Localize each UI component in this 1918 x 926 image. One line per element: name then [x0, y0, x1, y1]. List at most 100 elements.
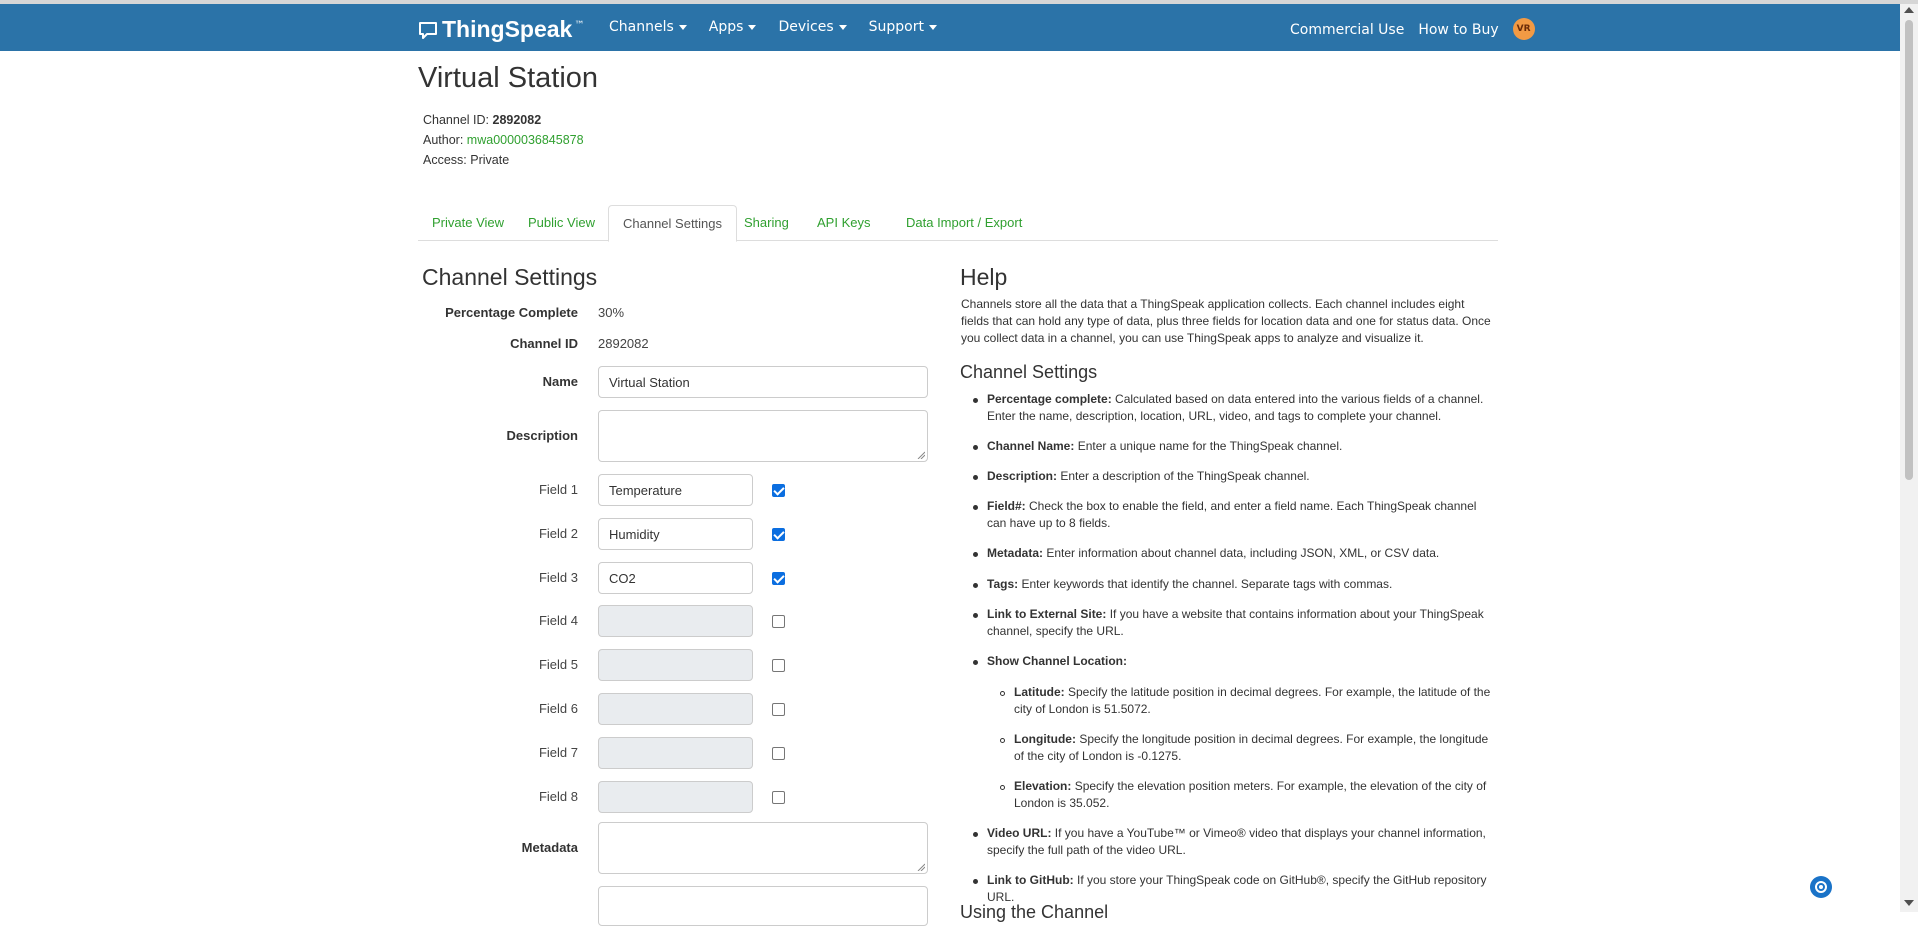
- bullet-icon: [973, 613, 978, 618]
- bullet-icon: [973, 398, 978, 403]
- resize-handle-icon[interactable]: [917, 863, 925, 871]
- help-item: Link to External Site: If you have a web…: [973, 606, 1492, 640]
- percentage-complete-label: Percentage Complete: [445, 305, 578, 320]
- bullet-icon: [973, 879, 978, 884]
- help-sub-item: Elevation: Specify the elevation positio…: [1000, 778, 1492, 812]
- hollow-bullet-icon: [1000, 691, 1005, 696]
- field-6-input[interactable]: [598, 693, 753, 725]
- help-text: Specify the longitude position in decima…: [1014, 732, 1489, 763]
- field-2-enable-checkbox[interactable]: [772, 528, 785, 541]
- how-to-buy-link[interactable]: How to Buy: [1418, 22, 1498, 38]
- field-1-input[interactable]: Temperature: [598, 474, 753, 506]
- channel-id-label: Channel ID:: [423, 113, 490, 127]
- channel-tabs: Private View Public View Channel Setting…: [418, 205, 1498, 242]
- field-6-label: Field 6: [538, 701, 578, 716]
- bullet-icon: [973, 660, 978, 665]
- tab-api-keys[interactable]: API Keys: [803, 205, 884, 241]
- author-line: Author: mwa0000036845878: [423, 133, 584, 147]
- menu-channels-label: Channels: [609, 19, 674, 35]
- help-item: Percentage complete: Calculated based on…: [973, 391, 1492, 425]
- help-term: Field#:: [987, 499, 1026, 513]
- field-7-enable-checkbox[interactable]: [772, 747, 785, 760]
- field-5-input[interactable]: [598, 649, 753, 681]
- field-5-label: Field 5: [538, 657, 578, 672]
- field-4-input[interactable]: [598, 605, 753, 637]
- page-title: Virtual Station: [418, 62, 599, 94]
- help-item: Video URL: If you have a YouTube™ or Vim…: [973, 825, 1492, 859]
- caret-down-icon: [748, 24, 757, 30]
- tab-private-view[interactable]: Private View: [418, 205, 518, 241]
- name-input[interactable]: Virtual Station: [598, 366, 928, 398]
- field-5-enable-checkbox[interactable]: [772, 659, 785, 672]
- field-8-input[interactable]: [598, 781, 753, 813]
- tab-channel-settings[interactable]: Channel Settings: [608, 205, 738, 242]
- metadata-label: Metadata: [521, 840, 578, 855]
- tags-textarea[interactable]: [598, 886, 928, 926]
- description-textarea[interactable]: [598, 410, 928, 462]
- author-link[interactable]: mwa0000036845878: [467, 133, 584, 147]
- menu-devices[interactable]: Devices: [778, 19, 847, 35]
- help-text: Enter a description of the ThingSpeak ch…: [1057, 469, 1310, 483]
- tab-public-view[interactable]: Public View: [514, 205, 609, 241]
- field-3-enable-checkbox[interactable]: [772, 572, 785, 585]
- brand-trademark: ™: [574, 20, 585, 31]
- help-term: Description:: [987, 469, 1058, 483]
- field-4-label: Field 4: [538, 613, 578, 628]
- field-4-enable-checkbox[interactable]: [772, 615, 785, 628]
- field-6-enable-checkbox[interactable]: [772, 703, 785, 716]
- percentage-complete-value: 30%: [598, 305, 625, 320]
- menu-apps[interactable]: Apps: [709, 19, 757, 35]
- help-term: Percentage complete:: [987, 392, 1112, 406]
- channel-id-line: Channel ID: 2892082: [423, 113, 541, 127]
- access-value: Private: [470, 153, 510, 167]
- scrollbar-thumb[interactable]: [1905, 20, 1913, 480]
- help-term: Show Channel Location:: [987, 654, 1127, 668]
- metadata-textarea[interactable]: [598, 822, 928, 874]
- tab-data-import-export[interactable]: Data Import / Export: [892, 205, 1036, 241]
- access-line: Access: Private: [423, 153, 509, 167]
- field-7-label: Field 7: [538, 745, 578, 760]
- feedback-button[interactable]: [1810, 876, 1832, 898]
- help-text: Enter keywords that identify the channel…: [1018, 577, 1393, 591]
- field-8-label: Field 8: [538, 789, 578, 804]
- resize-handle-icon[interactable]: [917, 451, 925, 459]
- field-3-input[interactable]: CO2: [598, 562, 753, 594]
- help-item: Link to GitHub: If you store your ThingS…: [973, 872, 1492, 906]
- menu-channels[interactable]: Channels: [609, 19, 687, 35]
- help-text: If you have a YouTube™ or Vimeo® video t…: [987, 826, 1486, 857]
- help-term: Latitude:: [1014, 685, 1065, 699]
- caret-down-icon: [838, 24, 847, 30]
- help-term: Channel Name:: [987, 439, 1075, 453]
- field-8-enable-checkbox[interactable]: [772, 791, 785, 804]
- brand-logo[interactable]: ThingSpeak ™: [418, 16, 584, 43]
- menu-support[interactable]: Support: [869, 19, 937, 35]
- help-term: Tags:: [987, 577, 1019, 591]
- help-item: Metadata: Enter information about channe…: [973, 545, 1492, 562]
- help-term: Longitude:: [1014, 732, 1076, 746]
- navbar-right: Commercial Use How to Buy VR: [1290, 18, 1535, 40]
- scroll-down-arrow-icon[interactable]: [1904, 900, 1914, 906]
- channel-id-field-label: Channel ID: [510, 336, 578, 351]
- tab-sharing[interactable]: Sharing: [730, 205, 803, 241]
- field-7-input[interactable]: [598, 737, 753, 769]
- help-sub-item: Longitude: Specify the longitude positio…: [1000, 731, 1492, 765]
- field-2-input[interactable]: Humidity: [598, 518, 753, 550]
- author-label: Author:: [423, 133, 464, 147]
- help-intro: Channels store all the data that a Thing…: [961, 297, 1491, 345]
- access-label: Access:: [423, 153, 467, 167]
- field-1-enable-checkbox[interactable]: [772, 484, 785, 497]
- help-item: Field#: Check the box to enable the fiel…: [973, 498, 1492, 532]
- help-text: Specify the elevation position meters. F…: [1014, 779, 1487, 810]
- commercial-use-link[interactable]: Commercial Use: [1290, 22, 1404, 38]
- scroll-up-arrow-icon[interactable]: [1904, 7, 1914, 13]
- help-item: Channel Name: Enter a unique name for th…: [973, 438, 1492, 455]
- help-term: Link to External Site:: [987, 607, 1107, 621]
- user-avatar[interactable]: VR: [1512, 18, 1535, 40]
- caret-down-icon: [928, 24, 937, 30]
- menu-apps-label: Apps: [708, 19, 744, 35]
- bullet-icon: [973, 475, 978, 480]
- description-label: Description: [506, 428, 578, 443]
- target-icon: [1815, 881, 1827, 893]
- channel-id-field-value: 2892082: [598, 336, 649, 351]
- bullet-icon: [973, 832, 978, 837]
